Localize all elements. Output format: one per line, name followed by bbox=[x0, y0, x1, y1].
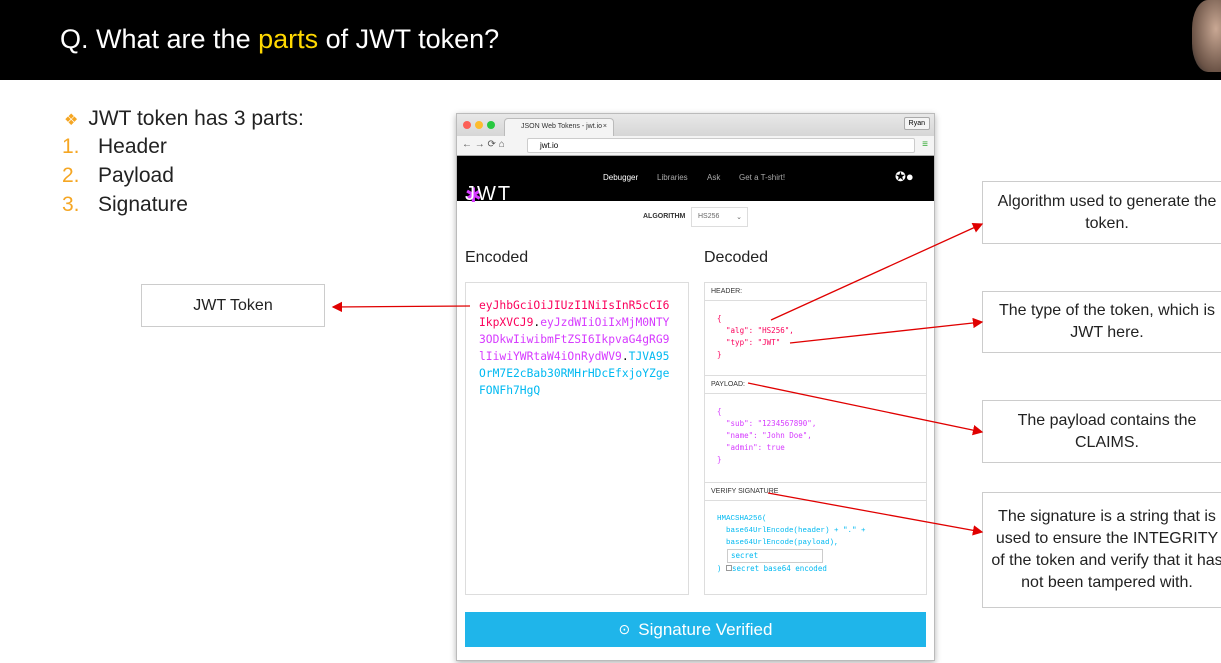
part-item: 1. Header bbox=[62, 135, 167, 158]
base64-label: secret base64 encoded bbox=[732, 564, 827, 573]
callout-algorithm: Algorithm used to generate the token. bbox=[982, 181, 1221, 244]
minimize-window-button[interactable] bbox=[475, 121, 483, 129]
algorithm-select[interactable]: HS256 ⌄ bbox=[691, 207, 748, 227]
verify-signature-label: VERIFY SIGNATURE bbox=[705, 483, 926, 501]
nav-tshirt[interactable]: Get a T-shirt! bbox=[739, 173, 785, 182]
encoded-token-textarea[interactable]: eyJhbGciOiJIUzI1NiIsInR5cCI6IkpXVCJ9.eyJ… bbox=[465, 282, 689, 595]
algorithm-label: ALGORITHM bbox=[643, 213, 686, 220]
verify-signature-code: HMACSHA256( base64UrlEncode(header) + ".… bbox=[705, 501, 926, 587]
browser-window: JSON Web Tokens - jwt.io × Ryan ← → ⟳ ⌂ j… bbox=[456, 113, 935, 661]
header-label: HEADER: bbox=[705, 283, 926, 301]
url-input[interactable]: jwt.io bbox=[527, 138, 915, 153]
callout-type: The type of the token, which is JWT here… bbox=[982, 291, 1221, 353]
payload-label: PAYLOAD: bbox=[705, 376, 926, 394]
maximize-window-button[interactable] bbox=[487, 121, 495, 129]
header-json[interactable]: { "alg": "HS256", "typ": "JWT" } bbox=[705, 301, 926, 376]
callout-signature: The signature is a string that is used t… bbox=[982, 492, 1221, 608]
profile-button[interactable]: Ryan bbox=[903, 117, 930, 130]
presenter-photo bbox=[1192, 0, 1221, 72]
secret-input[interactable]: secret bbox=[727, 549, 823, 563]
nav-libraries[interactable]: Libraries bbox=[657, 173, 688, 182]
address-bar-row: ← → ⟳ ⌂ jwt.io ≡ bbox=[457, 136, 934, 156]
nav-ask[interactable]: Ask bbox=[707, 173, 720, 182]
browser-tab[interactable]: JSON Web Tokens - jwt.io × bbox=[504, 118, 614, 136]
tab-bar: JSON Web Tokens - jwt.io × Ryan bbox=[457, 114, 934, 136]
nav-arrows-icon[interactable]: ← → ⟳ ⌂ bbox=[462, 139, 505, 150]
nav-debugger[interactable]: Debugger bbox=[603, 173, 638, 182]
check-circle-icon: ⊙ bbox=[618, 621, 631, 637]
payload-json[interactable]: { "sub": "1234567890", "name": "John Doe… bbox=[705, 394, 926, 483]
verify-code-text: HMACSHA256( base64UrlEncode(header) + ".… bbox=[717, 515, 866, 547]
jwt-token-label-box: JWT Token bbox=[141, 284, 325, 327]
decoded-title: Decoded bbox=[704, 249, 769, 266]
signature-verified-button[interactable]: ⊙ Signature Verified bbox=[465, 612, 926, 647]
close-paren: ) bbox=[717, 564, 722, 573]
decoded-panel: HEADER: { "alg": "HS256", "typ": "JWT" }… bbox=[704, 282, 927, 595]
slide-title: Q. What are the parts of JWT token? bbox=[60, 24, 500, 54]
social-icons[interactable]: ✪● bbox=[895, 169, 914, 185]
part-item: 2. Payload bbox=[62, 164, 174, 187]
encoded-title: Encoded bbox=[465, 249, 529, 266]
part-item: 3. Signature bbox=[62, 193, 188, 216]
chevron-down-icon: ⌄ bbox=[736, 214, 742, 221]
callout-payload: The payload contains the CLAIMS. bbox=[982, 400, 1221, 463]
arrow-token bbox=[331, 301, 471, 313]
menu-icon[interactable]: ≡ bbox=[922, 139, 928, 150]
intro-bullet: ❖ JWT token has 3 parts: bbox=[64, 107, 304, 130]
close-window-button[interactable] bbox=[463, 121, 471, 129]
close-tab-icon[interactable]: × bbox=[603, 123, 607, 130]
diamond-bullet-icon: ❖ bbox=[64, 112, 79, 129]
site-nav: ✱ JWT Debugger Libraries Ask Get a T-shi… bbox=[457, 156, 934, 207]
